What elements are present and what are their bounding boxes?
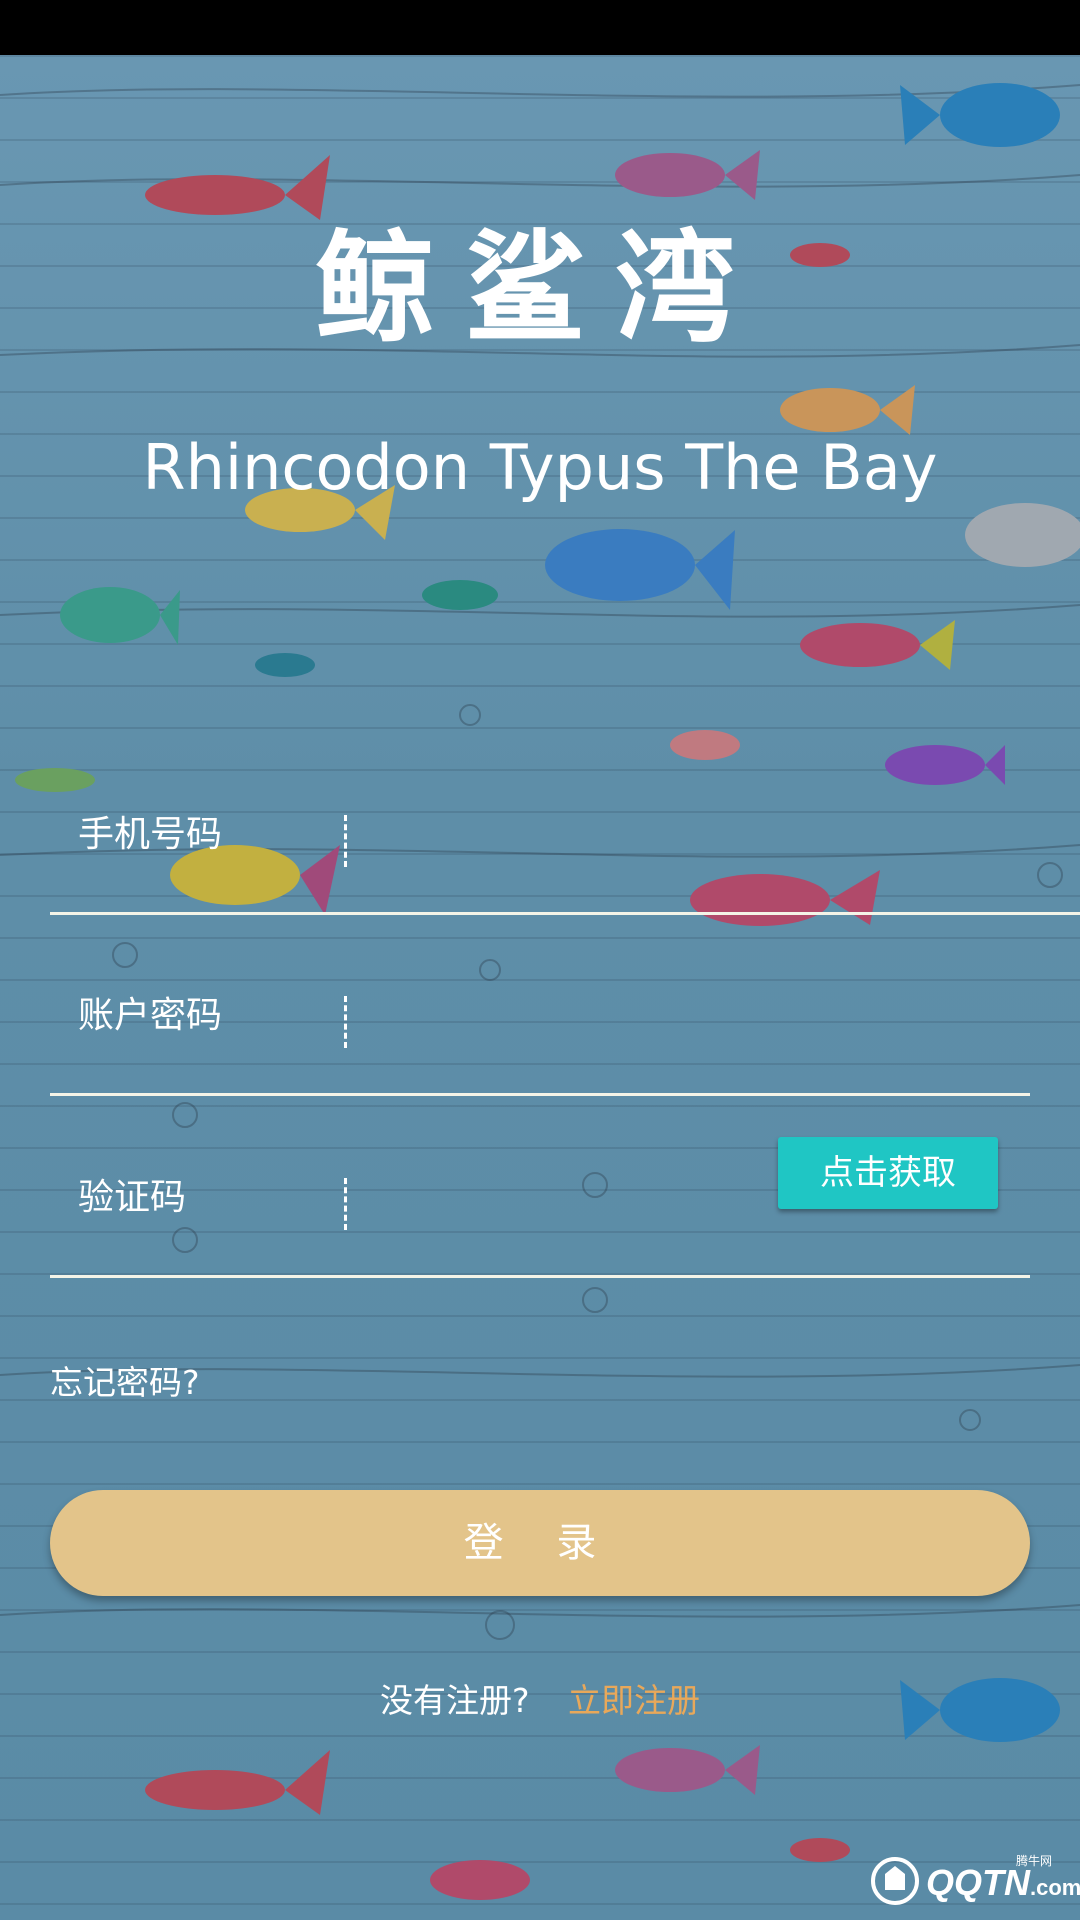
watermark-text: QQTN.com	[926, 1862, 1080, 1903]
watermark: QQTN.com 腾牛网	[870, 1852, 1080, 1912]
forgot-password-link[interactable]: 忘记密码?	[50, 1358, 200, 1408]
phone-field-row: 手机号码	[50, 785, 1080, 915]
app-title: 鲸鲨湾	[315, 220, 765, 359]
app-subtitle: Rhincodon Typus The Bay	[142, 431, 938, 504]
code-separator	[344, 1178, 347, 1230]
register-prompt: 没有注册?	[379, 1681, 530, 1720]
password-underline	[50, 1093, 1030, 1096]
code-label: 验证码	[78, 1177, 187, 1218]
phone-input[interactable]	[360, 805, 794, 871]
register-row: 没有注册? 立即注册	[0, 1676, 1080, 1726]
get-code-button[interactable]: 点击获取	[778, 1137, 998, 1209]
password-field-row: 账户密码	[50, 966, 1030, 1096]
code-underline	[50, 1275, 1030, 1278]
phone-label: 手机号码	[78, 814, 223, 855]
register-link[interactable]: 立即注册	[568, 1681, 700, 1720]
watermark-logo-icon	[871, 1857, 919, 1905]
phone-underline	[50, 912, 1080, 915]
status-bar	[0, 0, 1080, 55]
password-input[interactable]	[360, 986, 794, 1052]
password-separator	[344, 996, 347, 1048]
code-input[interactable]	[360, 1168, 764, 1234]
login-screen: 鲸鲨湾 Rhincodon Typus The Bay 手机号码 账户密码 验证…	[0, 0, 1080, 1920]
password-label: 账户密码	[78, 995, 223, 1036]
login-button[interactable]: 登 录	[50, 1490, 1030, 1596]
watermark-small-text: 腾牛网	[1016, 1854, 1053, 1868]
phone-separator	[344, 815, 347, 867]
